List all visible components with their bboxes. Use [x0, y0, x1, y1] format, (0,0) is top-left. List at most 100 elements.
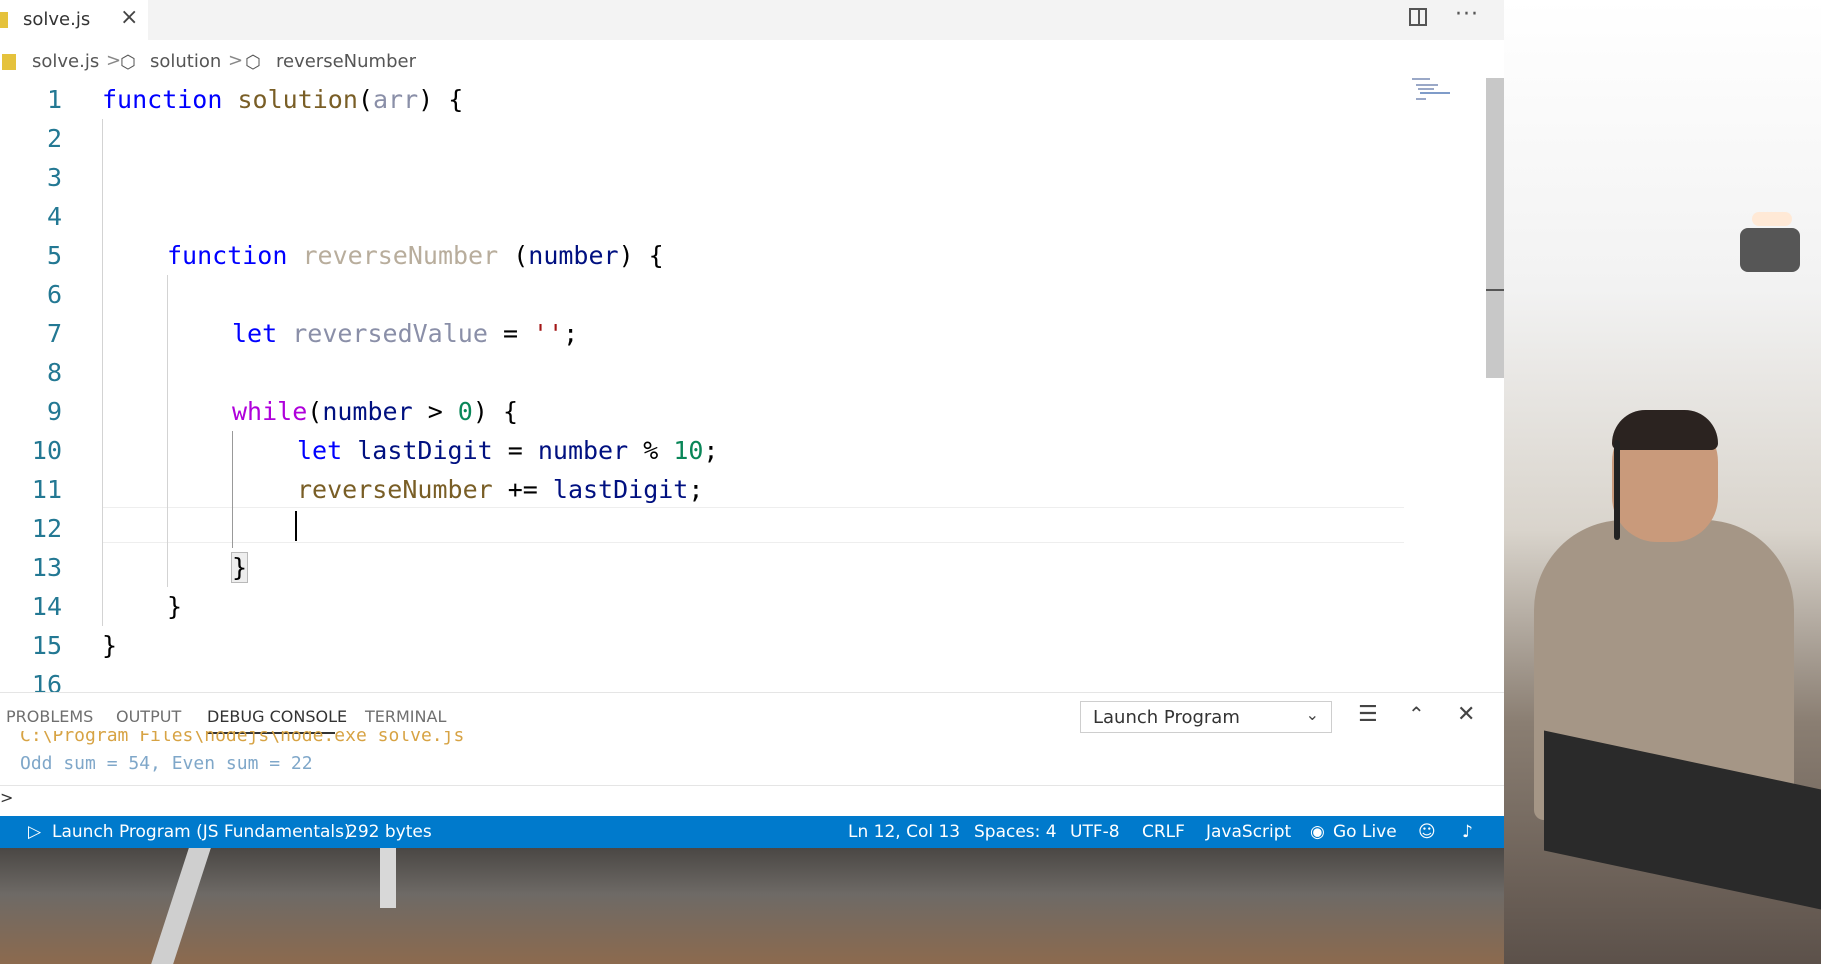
bell-icon[interactable]: ♪ [1462, 822, 1473, 842]
token: let [297, 436, 343, 465]
token: number [528, 241, 619, 270]
code-line-5: function reverseNumber (number) { [167, 236, 664, 275]
line-number: 16 [31, 670, 62, 692]
prompt-caret: > [0, 788, 14, 807]
breadcrumb-file[interactable]: solve.js [32, 51, 99, 72]
token: reversedValue [292, 319, 488, 348]
minimap-line [1420, 92, 1450, 94]
vertical-scrollbar[interactable] [1486, 78, 1504, 378]
tab-solve-js[interactable]: solve.js × [0, 0, 148, 40]
more-actions-icon[interactable]: ··· [1455, 2, 1479, 27]
token: } [102, 631, 118, 660]
line-number: 5 [46, 241, 62, 270]
headset-icon [1614, 440, 1620, 540]
token: ( [357, 85, 373, 114]
tab-terminal[interactable]: TERMINAL [365, 707, 446, 726]
vscode-window: solve.js × ··· solve.js > ⬡ solution > ⬡… [0, 0, 1504, 848]
status-encoding[interactable]: UTF-8 [1070, 822, 1120, 842]
broadcast-icon: ◉ [1310, 822, 1325, 842]
debug-console-output: C:\Program Files\nodejs\node.exe solve.j… [0, 731, 1504, 791]
status-launch-program[interactable]: Launch Program (JS Fundamentals) [52, 822, 351, 842]
background-lamp [1752, 212, 1792, 226]
token: function [167, 241, 288, 270]
background-device [1740, 228, 1800, 272]
line-number: 4 [46, 202, 62, 231]
line-number: 15 [31, 631, 62, 660]
token: solution [237, 85, 358, 114]
console-line: Odd sum = 54, Even sum = 22 [20, 753, 313, 774]
token: number [537, 436, 629, 465]
code-line-10: let lastDigit = number % 10; [297, 431, 718, 470]
tab-bar: solve.js × ··· [0, 0, 1504, 40]
breadcrumb-separator: > [106, 50, 122, 71]
status-cursor-position[interactable]: Ln 12, Col 13 [848, 822, 960, 842]
token: ( [307, 397, 323, 426]
line-number: 14 [31, 592, 62, 621]
minimap[interactable] [1410, 76, 1480, 116]
line-number: 6 [46, 280, 62, 309]
token: } [230, 552, 249, 583]
tab-output[interactable]: OUTPUT [116, 707, 181, 726]
line-number: 11 [31, 475, 62, 504]
line-number: 13 [31, 553, 62, 582]
maximize-panel-icon[interactable]: ⌃ [1408, 702, 1425, 726]
minimap-line [1418, 88, 1434, 90]
token: ; [703, 436, 719, 465]
webcam-overlay [1504, 0, 1821, 964]
token: % [628, 436, 674, 465]
launch-config-select[interactable]: Launch Program ⌄ [1080, 701, 1332, 733]
indent-guide [232, 431, 233, 548]
presenter-hair [1612, 410, 1718, 450]
feedback-icon[interactable]: ☺ [1418, 822, 1436, 842]
line-number: 3 [46, 163, 62, 192]
console-input[interactable]: > [0, 785, 1504, 816]
code-line-11: reverseNumber += lastDigit; [297, 470, 703, 509]
token: ; [688, 475, 704, 504]
status-bar: ▷ Launch Program (JS Fundamentals) 292 b… [0, 816, 1504, 848]
breadcrumb-reversenumber[interactable]: reverseNumber [276, 51, 416, 72]
status-go-live[interactable]: Go Live [1333, 822, 1397, 842]
line-number: 1 [46, 85, 62, 114]
line-number-gutter: 1 2 3 4 5 6 7 8 9 10 11 12 13 14 15 16 [0, 80, 80, 692]
token: reverseNumber [302, 241, 499, 270]
token: arr [372, 85, 419, 114]
background-room [0, 848, 1504, 964]
line-number: 10 [31, 436, 62, 465]
tab-debug-console[interactable]: DEBUG CONSOLE [207, 707, 347, 726]
tab-label: solve.js [23, 9, 91, 30]
code-editor[interactable]: function solution(arr) { function revers… [102, 80, 1402, 692]
token: = [492, 436, 538, 465]
token: 0 [457, 397, 473, 426]
background-chair [380, 848, 396, 908]
code-line-7: let reversedValue = ''; [232, 314, 578, 353]
text-cursor [295, 511, 297, 541]
status-eol[interactable]: CRLF [1142, 822, 1185, 842]
close-icon[interactable]: × [120, 5, 138, 30]
split-editor-icon[interactable] [1409, 8, 1427, 26]
token: lastDigit [552, 475, 689, 504]
line-number: 12 [31, 514, 62, 543]
breadcrumb-separator: > [228, 50, 244, 71]
line-number: 7 [46, 319, 62, 348]
breadcrumb-solution[interactable]: solution [150, 51, 221, 72]
token: = [487, 319, 534, 348]
code-line-9: while(number > 0) { [232, 392, 518, 431]
close-panel-icon[interactable]: ✕ [1457, 702, 1475, 727]
console-line: C:\Program Files\nodejs\node.exe solve.j… [20, 731, 465, 746]
token: reverseNumber [297, 475, 493, 504]
token: ) { [418, 85, 464, 114]
js-file-icon [2, 54, 16, 70]
token: ( [498, 241, 529, 270]
tab-problems[interactable]: PROBLEMS [6, 707, 93, 726]
token: ) { [472, 397, 519, 426]
token: 10 [673, 436, 704, 465]
line-number: 9 [46, 397, 62, 426]
status-language[interactable]: JavaScript [1206, 822, 1291, 842]
code-line-13: } [230, 548, 249, 587]
js-file-icon [0, 12, 8, 28]
token: lastDigit [357, 436, 493, 465]
status-indentation[interactable]: Spaces: 4 [974, 822, 1057, 842]
indent-guide [102, 119, 103, 626]
clear-console-icon[interactable]: ☰ [1358, 702, 1378, 727]
token: number [322, 397, 413, 426]
